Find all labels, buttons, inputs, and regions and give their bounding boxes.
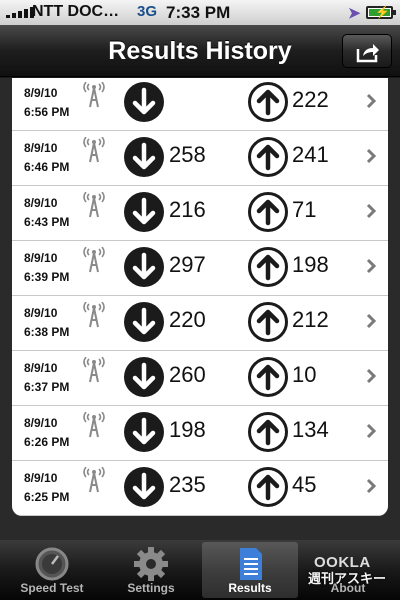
upload-arrow-icon: [248, 467, 288, 507]
result-time: 6:56 PM: [24, 105, 70, 119]
cell-tower-icon: [83, 357, 105, 383]
download-arrow-icon: [124, 357, 164, 397]
result-time: 6:43 PM: [24, 215, 70, 229]
upload-arrow-icon: [248, 357, 288, 397]
result-date: 8/9/10: [24, 361, 58, 375]
signal-strength-icon: [6, 7, 34, 18]
result-time: 6:37 PM: [24, 380, 70, 394]
results-list: 8/9/10 6:56 PM 222 8/9/10 6:46 PM 258 24…: [12, 78, 388, 516]
result-date: 8/9/10: [24, 306, 58, 320]
download-arrow-icon: [124, 192, 164, 232]
navigation-bar: Results History: [0, 25, 400, 77]
upload-arrow-icon: [248, 247, 288, 287]
share-icon: [356, 44, 379, 63]
upload-arrow-icon: [248, 302, 288, 342]
tab-label-about: About: [330, 581, 366, 595]
result-row[interactable]: 8/9/10 6:25 PM 235 45: [12, 461, 388, 516]
result-row[interactable]: 8/9/10 6:37 PM 260 10: [12, 351, 388, 406]
result-date: 8/9/10: [24, 251, 58, 265]
cell-tower-icon: [83, 302, 105, 328]
upload-speed: 134: [292, 417, 329, 442]
result-row[interactable]: 8/9/10 6:43 PM 216 71: [12, 186, 388, 241]
result-row[interactable]: 8/9/10 6:26 PM 198 134: [12, 406, 388, 461]
share-button[interactable]: [342, 34, 392, 68]
cell-tower-icon: [83, 412, 105, 438]
tab-label-speed-test: Speed Test: [20, 581, 84, 595]
network-type: 3G: [137, 3, 158, 20]
tab-results[interactable]: Results: [202, 542, 298, 598]
result-row[interactable]: 8/9/10 6:39 PM 297 198: [12, 241, 388, 296]
upload-arrow-icon: [248, 412, 288, 452]
tab-bar: Speed Test Settings Results OOKLA 週刊アスキー…: [0, 540, 400, 600]
chevron-right-icon: [366, 258, 376, 274]
result-date: 8/9/10: [24, 196, 58, 210]
results-list-area[interactable]: 8/9/10 6:56 PM 222 8/9/10 6:46 PM 258 24…: [0, 78, 400, 540]
carrier-name: NTT DOC…: [32, 3, 120, 20]
download-speed: 216: [169, 197, 206, 222]
download-speed: 260: [169, 362, 206, 387]
cell-tower-icon: [83, 467, 105, 493]
chevron-right-icon: [366, 203, 376, 219]
download-arrow-icon: [124, 82, 164, 122]
cell-tower-icon: [83, 247, 105, 273]
result-row[interactable]: 8/9/10 6:56 PM 222: [12, 78, 388, 131]
download-arrow-icon: [124, 467, 164, 507]
result-row[interactable]: 8/9/10 6:46 PM 258 241: [12, 131, 388, 186]
cell-tower-icon: [83, 192, 105, 218]
upload-speed: 10: [292, 362, 317, 387]
chevron-right-icon: [366, 93, 376, 109]
download-arrow-icon: [124, 137, 164, 177]
upload-arrow-icon: [248, 82, 288, 122]
status-bar: NTT DOC… 3G 7:33 PM ➤ ⚡: [0, 0, 400, 25]
page-title: Results History: [108, 37, 292, 65]
document-icon: [240, 548, 262, 580]
speedometer-icon: [35, 547, 69, 581]
result-date: 8/9/10: [24, 86, 58, 100]
result-time: 6:39 PM: [24, 270, 70, 284]
result-time: 6:26 PM: [24, 435, 70, 449]
download-speed: 220: [169, 307, 206, 332]
chevron-right-icon: [366, 368, 376, 384]
download-speed: 258: [169, 142, 206, 167]
download-speed: 198: [169, 417, 206, 442]
download-speed: 297: [169, 252, 206, 277]
upload-speed: 71: [292, 197, 317, 222]
result-time: 6:38 PM: [24, 325, 70, 339]
location-arrow-icon: ➤: [348, 5, 361, 22]
result-row[interactable]: 8/9/10 6:38 PM 220 212: [12, 296, 388, 351]
result-date: 8/9/10: [24, 471, 58, 485]
result-date: 8/9/10: [24, 141, 58, 155]
result-date: 8/9/10: [24, 416, 58, 430]
download-arrow-icon: [124, 247, 164, 287]
upload-arrow-icon: [248, 137, 288, 177]
tab-label-settings: Settings: [127, 581, 175, 595]
chevron-right-icon: [366, 313, 376, 329]
result-time: 6:46 PM: [24, 160, 70, 174]
cell-tower-icon: [83, 82, 105, 108]
gear-icon: [134, 547, 168, 581]
download-arrow-icon: [124, 302, 164, 342]
chevron-right-icon: [366, 148, 376, 164]
result-time: 6:25 PM: [24, 490, 70, 504]
tab-speed-test[interactable]: Speed Test: [4, 542, 100, 598]
upload-speed: 222: [292, 87, 329, 112]
upload-speed: 198: [292, 252, 329, 277]
upload-speed: 212: [292, 307, 329, 332]
chevron-right-icon: [366, 478, 376, 494]
tab-about[interactable]: OOKLA 週刊アスキー About: [300, 542, 396, 598]
upload-speed: 241: [292, 142, 329, 167]
status-time: 7:33 PM: [166, 3, 231, 22]
tab-label-results: Results: [228, 581, 272, 595]
download-arrow-icon: [124, 412, 164, 452]
upload-speed: 45: [292, 472, 317, 497]
upload-arrow-icon: [248, 192, 288, 232]
battery-icon: ⚡: [366, 5, 396, 19]
download-speed: 235: [169, 472, 206, 497]
chevron-right-icon: [366, 423, 376, 439]
tab-settings[interactable]: Settings: [103, 542, 199, 598]
cell-tower-icon: [83, 137, 105, 163]
